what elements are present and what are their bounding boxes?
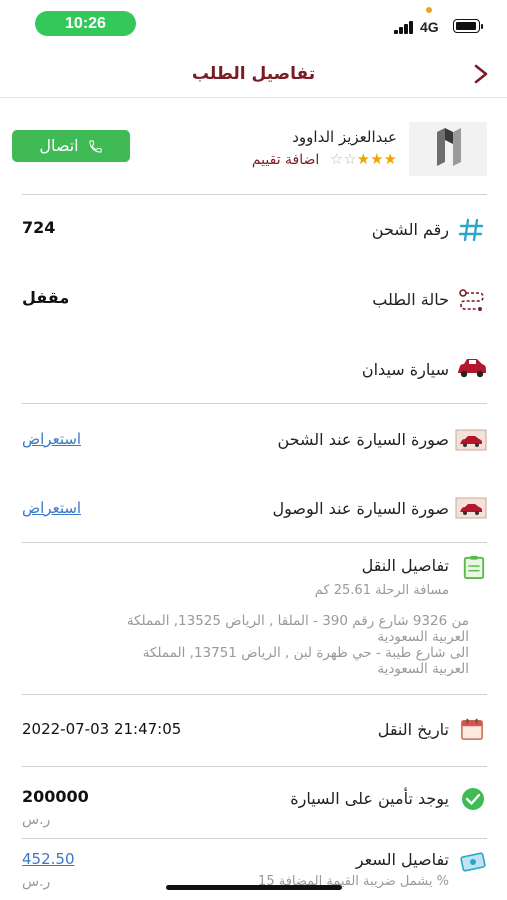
status-bar: 10:26 4G	[0, 0, 507, 50]
trip-distance: مسافة الرحلة 25.61 كم	[314, 583, 449, 598]
call-button-label: اتصال	[39, 136, 79, 155]
hash-icon	[458, 218, 484, 242]
from-address: من 9326 شارع رقم 390 - الملقا , الرياض 1…	[0, 613, 469, 677]
add-rating-link[interactable]: اضافة تقييم	[252, 152, 319, 168]
rating-row: ★★★☆☆ اضافة تقييم	[252, 150, 397, 168]
page-title: تفاصيل الطلب	[191, 64, 316, 84]
price-amount-link[interactable]: 452.50	[22, 850, 75, 868]
pickup-photo-label: صورة السيارة عند الشحن	[277, 430, 450, 449]
shipment-number-value: 724	[22, 218, 56, 237]
car-photo-icon	[455, 497, 487, 519]
insurance-currency: ر.س	[22, 812, 51, 828]
price-currency: ر.س	[22, 874, 51, 890]
arrival-photo-label: صورة السيارة عند الوصول	[272, 499, 449, 518]
car-type-label: سيارة سيدان	[361, 360, 449, 379]
order-status-value: مقفل	[22, 288, 70, 307]
battery-icon	[453, 19, 483, 33]
car-type-row: سيارة سيدان	[0, 336, 507, 402]
order-status-row: حالة الطلب مقفل	[0, 266, 507, 336]
shipment-number-label: رقم الشحن	[371, 220, 449, 239]
check-circle-icon	[462, 788, 484, 810]
route-icon	[459, 289, 484, 311]
clipboard-icon	[463, 555, 485, 579]
transport-date-label: تاريخ النقل	[377, 720, 449, 739]
insurance-label: يوجد تأمين على السيارة	[290, 789, 449, 808]
signal-icon	[394, 21, 414, 34]
money-icon	[460, 852, 486, 872]
provider-card: عبدالعزيز الداوود ★★★☆☆ اضافة تقييم اتصا…	[0, 98, 507, 194]
rating-stars[interactable]: ★★★☆☆	[330, 150, 397, 168]
from-address-line-2: العربية السعودية	[377, 629, 469, 645]
pickup-photo-view-link[interactable]: استعراض	[22, 430, 81, 448]
home-indicator[interactable]	[166, 885, 342, 890]
insurance-amount: 200000	[22, 787, 89, 806]
provider-logo	[409, 122, 487, 176]
transport-details-row: تفاصيل النقل مسافة الرحلة 25.61 كم من 93…	[0, 543, 507, 693]
provider-name: عبدالعزيز الداوود	[292, 128, 397, 146]
price-label: تفاصيل السعر	[355, 850, 449, 869]
back-chevron-icon[interactable]	[471, 63, 491, 85]
car-photo-icon	[455, 429, 487, 451]
arrival-photo-row: صورة السيارة عند الوصول استعراض	[0, 472, 507, 542]
car-icon	[458, 359, 486, 378]
calendar-icon	[461, 718, 483, 740]
order-status-label: حالة الطلب	[372, 290, 449, 309]
price-row: تفاصيل السعر 452.50 يشمل ضريبة القيمة ال…	[0, 839, 507, 900]
insurance-row: يوجد تأمين على السيارة 200000 ر.س	[0, 767, 507, 837]
pickup-photo-row: صورة السيارة عند الشحن استعراض	[0, 404, 507, 472]
transport-date-row: تاريخ النقل 2022-07-03 21:47:05	[0, 695, 507, 765]
transport-date-value: 2022-07-03 21:47:05	[22, 720, 182, 738]
phone-icon	[89, 140, 102, 153]
from-address-line-1: من 9326 شارع رقم 390 - الملقا , الرياض 1…	[126, 613, 469, 629]
arrival-photo-view-link[interactable]: استعراض	[22, 499, 81, 517]
transport-details-label: تفاصيل النقل	[361, 556, 449, 575]
status-time: 10:26	[35, 11, 136, 36]
to-address-line-2: العربية السعودية	[377, 661, 469, 677]
header: تفاصيل الطلب	[0, 50, 507, 98]
call-button[interactable]: اتصال	[12, 130, 130, 162]
divider	[22, 194, 487, 195]
shipment-number-row: رقم الشحن 724	[0, 196, 507, 266]
network-label: 4G	[420, 19, 439, 35]
privacy-indicator-dot	[426, 7, 432, 13]
to-address-line-1: الى شارع طيبة - حي ظهرة لبن , الرياض 137…	[142, 645, 469, 661]
